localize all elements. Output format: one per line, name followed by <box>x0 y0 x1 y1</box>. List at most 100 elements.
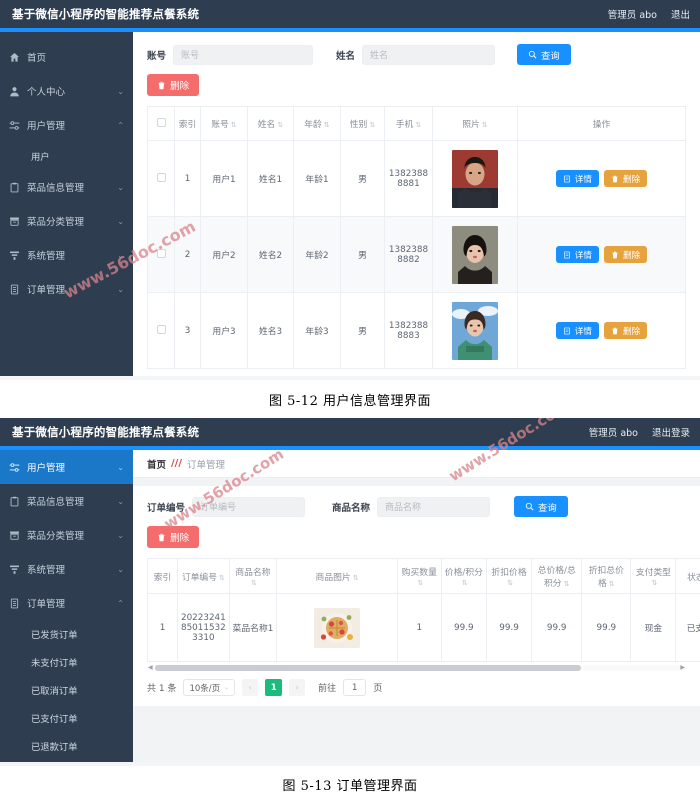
sidebar-item-dish-category-management[interactable]: 菜品分类管理 ⌄ <box>0 518 133 552</box>
col-age[interactable]: 年龄 ⇅ <box>293 106 341 141</box>
scrollbar-thumb[interactable] <box>155 665 581 671</box>
cell-index: 1 <box>146 593 179 662</box>
sort-icon[interactable]: ⇅ <box>277 122 283 129</box>
name-input[interactable]: 姓名 <box>362 44 496 65</box>
page-number-1[interactable]: 1 <box>265 679 283 696</box>
sidebar-subitem-shipped-orders[interactable]: 已发货订单 <box>0 620 133 648</box>
sidebar-item-order-management[interactable]: 订单管理 ⌃ <box>0 586 133 620</box>
detail-button[interactable]: 详情 <box>555 246 599 263</box>
table-row[interactable]: 1 20223241850115323310 菜品名称1 1 99.9 99.9… <box>146 593 700 662</box>
col-order-no[interactable]: 订单编号 ⇅ <box>177 558 230 594</box>
scroll-right-arrow[interactable]: ▶ <box>680 664 685 671</box>
sort-icon[interactable]: ⇅ <box>219 574 225 582</box>
detail-button[interactable]: 详情 <box>555 322 599 339</box>
sidebar-item-personal-center[interactable]: 个人中心 ⌄ <box>0 74 133 108</box>
home-icon <box>9 52 20 63</box>
row-delete-button[interactable]: 删除 <box>604 170 648 187</box>
sort-icon[interactable]: ⇅ <box>651 579 657 587</box>
sort-icon[interactable]: ⇅ <box>231 122 237 129</box>
cell-account: 用户3 <box>200 292 248 369</box>
sidebar-subitem-unpaid-orders[interactable]: 未支付订单 <box>0 648 133 676</box>
trash-icon <box>612 327 618 334</box>
row-delete-button[interactable]: 删除 <box>604 322 648 339</box>
col-account[interactable]: 账号 ⇅ <box>200 106 248 141</box>
table-row[interactable]: 3 用户3 姓名3 年龄3 男 13823888883 详情 删除 <box>147 292 686 369</box>
col-quantity[interactable]: 购买数量⇅ <box>396 558 442 594</box>
sort-icon[interactable]: ⇅ <box>482 122 488 129</box>
col-photo[interactable]: 照片 ⇅ <box>432 106 518 141</box>
scroll-left-arrow[interactable]: ◀ <box>148 664 153 671</box>
search-button-label: 查询 <box>538 502 557 514</box>
sidebar-item-user-management[interactable]: 用户管理 ⌃ <box>0 108 133 142</box>
batch-delete-button[interactable]: 删除 <box>147 74 200 96</box>
sort-icon[interactable]: ⇅ <box>353 574 359 582</box>
row-checkbox[interactable] <box>156 248 166 258</box>
sort-icon[interactable]: ⇅ <box>251 579 257 587</box>
select-all-header[interactable] <box>147 106 175 141</box>
sidebar-subitem-user[interactable]: 用户 <box>0 142 133 170</box>
col-pay-type[interactable]: 支付类型⇅ <box>630 558 677 594</box>
table-row[interactable]: 1 用户1 姓名1 年龄1 男 13823888881 详情 删除 <box>147 140 686 217</box>
breadcrumb-home[interactable]: 首页 <box>147 457 166 471</box>
sort-icon[interactable]: ⇅ <box>609 581 615 588</box>
col-goods-image[interactable]: 商品图片 ⇅ <box>276 558 398 594</box>
cell-phone: 13823888881 <box>384 140 433 217</box>
horizontal-scrollbar[interactable]: ◀ ▶ <box>147 664 686 671</box>
batch-delete-button[interactable]: 删除 <box>147 526 200 548</box>
select-all-checkbox[interactable] <box>156 117 166 127</box>
logout-button[interactable]: 退出登录 <box>652 425 690 439</box>
row-checkbox[interactable] <box>156 172 166 182</box>
archive-icon <box>9 530 20 541</box>
sidebar-item-dish-category-management[interactable]: 菜品分类管理 ⌄ <box>0 204 133 238</box>
filter-label-account: 账号 <box>147 50 167 62</box>
sort-icon[interactable]: ⇅ <box>462 579 468 587</box>
sidebar-item-order-management[interactable]: 订单管理 ⌄ <box>0 272 133 306</box>
search-button[interactable]: 查询 <box>517 44 571 65</box>
logout-button[interactable]: 退出 <box>671 7 690 21</box>
sort-icon[interactable]: ⇅ <box>507 579 513 587</box>
sort-icon[interactable]: ⇅ <box>417 579 423 587</box>
sort-icon[interactable]: ⇅ <box>415 122 421 129</box>
chevron-down-icon: ⌄ <box>117 496 124 506</box>
sidebar-item-user-management[interactable]: 用户管理 ⌄ <box>0 450 133 484</box>
account-input[interactable]: 账号 <box>173 44 314 65</box>
prev-page-button[interactable]: ‹ <box>242 679 259 696</box>
user-table: 索引 账号 ⇅ 姓名 ⇅ 年龄 ⇅ 性别 ⇅ 手机 ⇅ 照片 ⇅ 操作 1 用户… <box>147 106 686 369</box>
sidebar-item-label: 用户管理 <box>27 121 66 132</box>
search-button[interactable]: 查询 <box>514 496 568 517</box>
sort-icon[interactable]: ⇅ <box>564 581 570 588</box>
goods-name-input[interactable]: 商品名称 <box>377 496 491 517</box>
sidebar-item-dish-info-management[interactable]: 菜品信息管理 ⌄ <box>0 484 133 518</box>
table-row[interactable]: 2 用户2 姓名2 年龄2 男 13823888882 详情 删除 <box>147 216 686 293</box>
sort-icon[interactable]: ⇅ <box>369 122 375 129</box>
col-goods-name[interactable]: 商品名称⇅ <box>228 558 278 594</box>
row-checkbox-cell[interactable] <box>147 216 175 293</box>
col-discount-total[interactable]: 折扣总价格 ⇅ <box>581 558 632 594</box>
sidebar-item-system-management[interactable]: 系统管理 ⌄ <box>0 552 133 586</box>
sidebar-subitem-cancelled-orders[interactable]: 已取消订单 <box>0 676 133 704</box>
sidebar-subitem-paid-orders[interactable]: 已支付订单 <box>0 704 133 732</box>
sort-icon[interactable]: ⇅ <box>324 122 330 129</box>
row-delete-button[interactable]: 删除 <box>604 246 648 263</box>
col-name[interactable]: 姓名 ⇅ <box>247 106 294 141</box>
sidebar-subitem-refunded-orders[interactable]: 已退款订单 <box>0 732 133 760</box>
sidebar-subitem-completed-orders[interactable]: 已完成订单 <box>0 760 133 766</box>
col-discount-price[interactable]: 折扣价格⇅ <box>485 558 533 594</box>
row-delete-label: 删除 <box>623 250 641 261</box>
next-page-button[interactable]: › <box>289 679 306 696</box>
col-price[interactable]: 价格/积分⇅ <box>440 558 487 594</box>
row-checkbox[interactable] <box>156 324 166 334</box>
sidebar-item-dish-info-management[interactable]: 菜品信息管理 ⌄ <box>0 170 133 204</box>
row-checkbox-cell[interactable] <box>147 140 175 217</box>
sidebar-item-home[interactable]: 首页 <box>0 40 133 74</box>
order-no-input[interactable]: 订单编号 <box>192 496 306 517</box>
col-phone[interactable]: 手机 ⇅ <box>384 106 433 141</box>
col-total-price[interactable]: 总价格/总积分 ⇅ <box>531 558 583 594</box>
detail-button[interactable]: 详情 <box>555 170 599 187</box>
col-status[interactable]: 状态⇅ <box>675 558 700 594</box>
page-size-select[interactable]: 10条/页 ⌄ <box>183 679 236 696</box>
jump-page-input[interactable]: 1 <box>343 679 367 696</box>
sidebar-item-system-management[interactable]: 系统管理 ⌄ <box>0 238 133 272</box>
row-checkbox-cell[interactable] <box>147 292 175 369</box>
col-gender[interactable]: 性别 ⇅ <box>340 106 385 141</box>
